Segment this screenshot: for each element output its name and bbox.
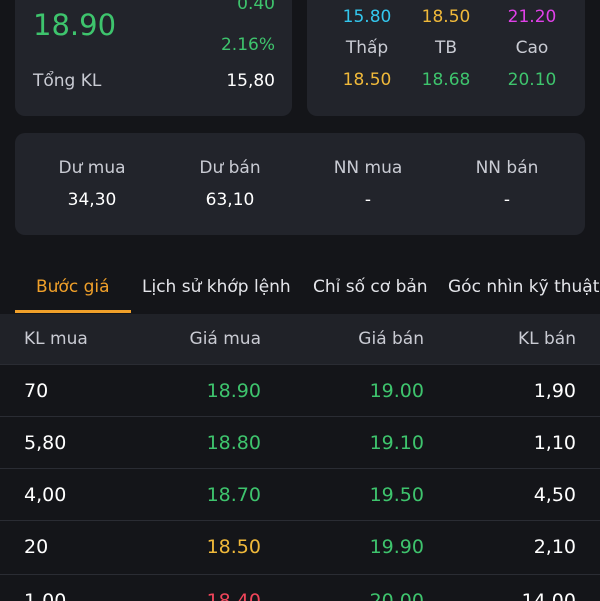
foreign-sell-label: NN bán (475, 158, 539, 178)
tab-price-steps[interactable]: Bước giá (36, 262, 110, 312)
ask-price: 19.90 (369, 536, 424, 558)
order-book-row[interactable]: 4,00 18.70 19.50 4,50 (0, 468, 600, 521)
average-price: 18.68 (421, 70, 471, 90)
bid-volume: 70 (24, 380, 49, 402)
bid-price: 18.40 (206, 590, 261, 601)
bid-price: 18.70 (206, 484, 261, 506)
low-label: Thấp (345, 38, 389, 58)
bid-surplus-label: Dư mua (58, 158, 126, 178)
ceiling-price: 21.20 (507, 7, 557, 27)
header-bid-price: Giá mua (189, 329, 261, 349)
high-price: 20.10 (507, 70, 557, 90)
foreign-buy-value: - (364, 190, 372, 210)
ask-surplus-value: 63,10 (205, 190, 255, 210)
order-book-row[interactable]: 20 18.50 19.90 2,10 (0, 520, 600, 573)
bid-volume: 4,00 (24, 484, 67, 506)
bid-volume: 1,00 (24, 590, 67, 601)
header-ask-price: Giá bán (358, 329, 424, 349)
header-ask-volume: KL bán (517, 329, 576, 349)
bid-volume: 5,80 (24, 432, 67, 454)
average-label: TB (434, 38, 458, 58)
price-card: 18.90 0.40 2.16% Tổng KL 15,80 (15, 0, 292, 116)
current-price: 18.90 (33, 8, 117, 42)
ask-price: 19.50 (369, 484, 424, 506)
bid-surplus-value: 34,30 (67, 190, 117, 210)
bid-price: 18.80 (206, 432, 261, 454)
foreign-buy-label: NN mua (333, 158, 403, 178)
active-tab-indicator (15, 310, 131, 313)
tab-bar: Bước giá Lịch sử khớp lệnh Chỉ số cơ bản… (0, 262, 600, 314)
price-change: 0.40 (237, 0, 275, 14)
total-volume-label: Tổng KL (33, 71, 102, 91)
order-book-row[interactable]: 1,00 18.40 20.00 14,00 (0, 574, 600, 601)
header-bid-volume: KL mua (24, 329, 88, 349)
ask-surplus-label: Dư bán (199, 158, 261, 178)
tab-fundamentals[interactable]: Chỉ số cơ bản (313, 262, 428, 312)
ask-price: 19.00 (369, 380, 424, 402)
order-book-header: KL mua Giá mua Giá bán KL bán (0, 314, 600, 364)
price-range-card: 15.80 18.50 21.20 Thấp TB Cao 18.50 18.6… (307, 0, 585, 116)
ask-volume: 4,50 (533, 484, 576, 506)
reference-price: 15.80 (342, 7, 392, 27)
price-change-percent: 2.16% (220, 35, 275, 55)
high-label: Cao (515, 38, 549, 58)
bid-price: 18.90 (206, 380, 261, 402)
ask-price: 20.00 (369, 590, 424, 601)
open-price: 18.50 (421, 7, 471, 27)
order-flow-card: Dư mua 34,30 Dư bán 63,10 NN mua - NN bá… (15, 133, 585, 235)
ask-volume: 2,10 (533, 536, 576, 558)
tab-match-history[interactable]: Lịch sử khớp lệnh (142, 262, 291, 312)
ask-volume: 1,90 (533, 380, 576, 402)
order-book-row[interactable]: 5,80 18.80 19.10 1,10 (0, 416, 600, 469)
ask-volume: 14,00 (521, 590, 576, 601)
foreign-sell-value: - (503, 190, 511, 210)
bid-price: 18.50 (206, 536, 261, 558)
total-volume-value: 15,80 (226, 71, 275, 91)
order-book-row[interactable]: 70 18.90 19.00 1,90 (0, 364, 600, 417)
low-price: 18.50 (342, 70, 392, 90)
ask-price: 19.10 (369, 432, 424, 454)
bid-volume: 20 (24, 536, 49, 558)
ask-volume: 1,10 (533, 432, 576, 454)
tab-technical-view[interactable]: Góc nhìn kỹ thuật (448, 262, 599, 312)
